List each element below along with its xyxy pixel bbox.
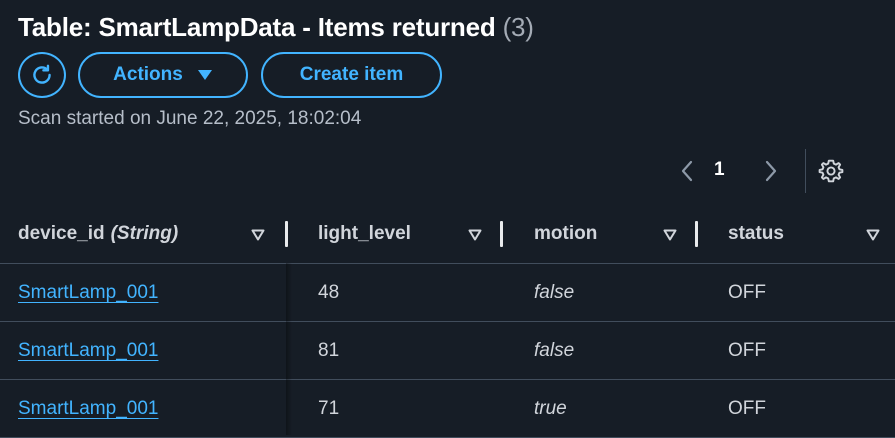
page-title: Table: SmartLampData - Items returned (3… — [18, 12, 534, 43]
column-header-label: motion — [534, 223, 598, 244]
column-header-label: status — [728, 223, 784, 244]
table-row: SmartLamp_001 71 true OFF — [0, 380, 895, 438]
motion-cell: false — [534, 339, 575, 361]
sort-icon[interactable] — [865, 227, 881, 243]
toolbar: Actions Create item — [18, 52, 442, 98]
column-header-motion[interactable]: motion — [534, 205, 597, 263]
light-level-cell: 71 — [318, 397, 340, 419]
refresh-button[interactable] — [18, 52, 66, 98]
sort-icon[interactable] — [250, 227, 266, 243]
sort-icon[interactable] — [662, 227, 678, 243]
chevron-right-icon[interactable] — [759, 159, 783, 183]
motion-cell: false — [534, 281, 575, 303]
column-header-light-level[interactable]: light_level — [318, 205, 411, 263]
create-item-button[interactable]: Create item — [261, 52, 442, 98]
column-resizer[interactable] — [285, 221, 288, 247]
column-header-label: device_id — [18, 223, 105, 244]
pagination-divider — [805, 149, 806, 193]
pagination: 1 — [675, 145, 895, 197]
column-header-type: (String) — [110, 223, 179, 244]
column-header-device-id[interactable]: device_id (String) — [18, 205, 178, 263]
motion-cell: true — [534, 397, 567, 419]
column-header-status[interactable]: status — [728, 205, 784, 263]
refresh-icon — [33, 64, 51, 84]
page-title-text: Table: SmartLampData - Items returned — [18, 12, 496, 42]
sort-icon[interactable] — [467, 227, 483, 243]
status-cell: OFF — [728, 281, 766, 303]
caret-down-icon — [197, 69, 213, 81]
column-resizer[interactable] — [695, 221, 698, 247]
table-row: SmartLamp_001 48 false OFF — [0, 264, 895, 322]
device-id-link[interactable]: SmartLamp_001 — [18, 322, 158, 379]
chevron-left-icon[interactable] — [675, 159, 699, 183]
status-cell: OFF — [728, 397, 766, 419]
sticky-column-shadow — [286, 263, 292, 435]
device-id-link[interactable]: SmartLamp_001 — [18, 264, 158, 321]
current-page-number[interactable]: 1 — [714, 159, 725, 181]
items-table: device_id (String) light_level motion st… — [0, 205, 895, 438]
column-header-label: light_level — [318, 223, 411, 244]
items-count: (3) — [502, 12, 534, 42]
status-cell: OFF — [728, 339, 766, 361]
actions-label: Actions — [113, 64, 183, 85]
table-header: device_id (String) light_level motion st… — [0, 205, 895, 264]
light-level-cell: 48 — [318, 281, 340, 303]
actions-dropdown-button[interactable]: Actions — [78, 52, 248, 98]
gear-icon[interactable] — [817, 157, 845, 185]
table-row: SmartLamp_001 81 false OFF — [0, 322, 895, 380]
device-id-link[interactable]: SmartLamp_001 — [18, 380, 158, 437]
scan-status: Scan started on June 22, 2025, 18:02:04 — [18, 108, 362, 129]
light-level-cell: 81 — [318, 339, 340, 361]
column-resizer[interactable] — [500, 221, 503, 247]
